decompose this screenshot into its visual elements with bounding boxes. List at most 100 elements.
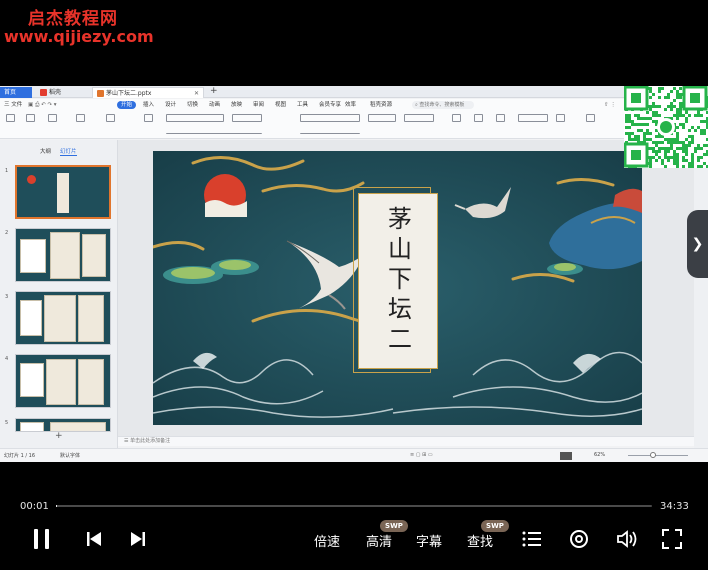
slide-thumbnail-2[interactable] bbox=[15, 228, 111, 282]
theme-font-label[interactable]: 默认字体 bbox=[60, 452, 80, 459]
volume-button[interactable] bbox=[616, 529, 638, 549]
tab-home[interactable]: 首页 bbox=[0, 87, 32, 98]
menu-member[interactable]: 会员专享 bbox=[319, 101, 341, 109]
menu-docer-resources[interactable]: 稻壳资源 bbox=[370, 101, 392, 109]
skip-previous-icon bbox=[87, 532, 101, 546]
qr-module bbox=[676, 96, 679, 99]
slide-thumbnail-3[interactable] bbox=[15, 291, 111, 345]
notes-pane[interactable]: ☰ 单击此处添加备注 bbox=[118, 436, 694, 446]
menu-efficiency[interactable]: 效率 bbox=[345, 101, 356, 109]
slide-thumbnail-1[interactable] bbox=[15, 165, 111, 219]
format-painter-icon[interactable] bbox=[48, 114, 57, 122]
thumb-number: 3 bbox=[5, 294, 9, 300]
wechat-qr-code bbox=[624, 86, 708, 168]
slide-thumbnail-5[interactable] bbox=[15, 418, 111, 432]
pause-icon bbox=[34, 529, 49, 549]
settings-button[interactable] bbox=[569, 529, 589, 549]
thumb-textbox bbox=[20, 363, 44, 397]
qr-module bbox=[691, 138, 694, 141]
menu-review[interactable]: 审阅 bbox=[253, 101, 264, 109]
qr-module bbox=[637, 117, 640, 120]
play-slideshow-icon[interactable] bbox=[560, 452, 572, 460]
qr-module bbox=[649, 87, 652, 90]
shapes-icon[interactable] bbox=[474, 114, 483, 122]
menu-file[interactable]: 三 文件 bbox=[4, 101, 22, 109]
qr-module bbox=[658, 87, 661, 90]
qr-module bbox=[649, 159, 652, 162]
title-card[interactable]: 茅山下坛二 bbox=[358, 193, 438, 369]
fullscreen-button[interactable] bbox=[662, 529, 682, 549]
qr-module bbox=[658, 141, 661, 144]
previous-button[interactable] bbox=[86, 531, 102, 547]
new-slide-icon[interactable] bbox=[106, 114, 115, 122]
slide-thumbnail-4[interactable] bbox=[15, 354, 111, 408]
menu-home[interactable]: 开始 bbox=[117, 101, 137, 109]
tab-outline[interactable]: 大纲 bbox=[40, 147, 51, 155]
convert-smartart-icon[interactable] bbox=[404, 114, 434, 122]
qr-module bbox=[664, 150, 667, 153]
menu-insert[interactable]: 插入 bbox=[143, 101, 154, 109]
paragraph-align-icon[interactable] bbox=[300, 114, 360, 122]
slideshow-icon[interactable] bbox=[76, 114, 85, 122]
qr-module bbox=[625, 132, 628, 135]
qr-module bbox=[685, 153, 688, 156]
textbox-icon[interactable] bbox=[452, 114, 461, 122]
zoom-slider-handle[interactable] bbox=[650, 452, 656, 458]
menu-animation[interactable]: 动画 bbox=[209, 101, 220, 109]
select-icon[interactable] bbox=[586, 114, 595, 122]
add-slide-icon[interactable]: + bbox=[55, 431, 63, 441]
progress-bar[interactable] bbox=[56, 505, 652, 507]
font-size-field[interactable] bbox=[232, 114, 262, 122]
wechat-logo-core bbox=[660, 121, 672, 133]
next-button[interactable] bbox=[130, 531, 146, 547]
menu-design[interactable]: 设计 bbox=[165, 101, 176, 109]
menu-transition[interactable]: 切换 bbox=[187, 101, 198, 109]
qr-module bbox=[685, 138, 688, 141]
close-tab-icon[interactable]: ✕ bbox=[194, 88, 199, 99]
qr-module bbox=[670, 102, 673, 105]
quality-button[interactable]: 高清 bbox=[366, 531, 392, 550]
new-tab-icon[interactable]: + bbox=[210, 86, 218, 97]
qr-module bbox=[655, 159, 658, 162]
qr-module bbox=[676, 147, 679, 150]
speed-button[interactable]: 倍速 bbox=[314, 531, 340, 550]
quick-access-icon[interactable]: ▣ ⎙ ↶ ↷ ▾ bbox=[28, 101, 57, 109]
qr-module bbox=[685, 120, 688, 123]
subtitles-button[interactable]: 字幕 bbox=[416, 531, 442, 550]
tab-slides[interactable]: 幻灯片 bbox=[60, 147, 77, 156]
tab-docer[interactable]: 稻壳 bbox=[36, 87, 90, 98]
thumb-textbox bbox=[20, 300, 42, 336]
fill-outline-icon[interactable] bbox=[518, 114, 548, 122]
current-slide[interactable]: 茅山下坛二 bbox=[153, 151, 642, 425]
qr-module bbox=[676, 159, 679, 162]
menu-slideshow[interactable]: 放映 bbox=[231, 101, 242, 109]
qr-module bbox=[673, 150, 676, 153]
font-style-buttons-icon[interactable] bbox=[166, 126, 262, 134]
search-button[interactable]: 查找 bbox=[467, 531, 493, 550]
side-expand-arrow-icon[interactable]: ❯ bbox=[687, 210, 708, 278]
arrange-icon[interactable] bbox=[496, 114, 505, 122]
qr-module bbox=[688, 141, 691, 144]
qr-module bbox=[634, 138, 637, 141]
menu-view[interactable]: 视图 bbox=[275, 101, 286, 109]
zoom-slider[interactable] bbox=[628, 455, 688, 456]
qr-module bbox=[628, 135, 631, 138]
text-direction-icon[interactable] bbox=[368, 114, 396, 122]
layout-icon[interactable] bbox=[144, 114, 153, 122]
tab-document[interactable]: 茅山下坛二.pptx ✕ bbox=[92, 87, 204, 98]
paragraph-spacing-icon[interactable] bbox=[300, 126, 360, 134]
font-name-field[interactable] bbox=[166, 114, 224, 122]
qr-module bbox=[691, 156, 694, 159]
cut-icon[interactable] bbox=[26, 114, 35, 122]
qr-module bbox=[688, 144, 691, 147]
qr-module bbox=[679, 96, 682, 99]
pause-button[interactable] bbox=[32, 528, 52, 550]
paste-icon[interactable] bbox=[6, 114, 15, 122]
command-search-input[interactable]: ⌕ 查找命令、搜索模板 bbox=[412, 101, 474, 109]
menu-tools[interactable]: 工具 bbox=[297, 101, 308, 109]
playlist-button[interactable] bbox=[522, 530, 542, 548]
presentation-tools-icon[interactable] bbox=[556, 114, 565, 122]
window-controls-icon[interactable]: ⇧ ⋮ bbox=[604, 101, 616, 109]
slide-title[interactable]: 茅山下坛二 bbox=[381, 206, 416, 356]
view-buttons-icon[interactable]: ≡ ▢ ⊞ ▭ bbox=[410, 452, 433, 458]
